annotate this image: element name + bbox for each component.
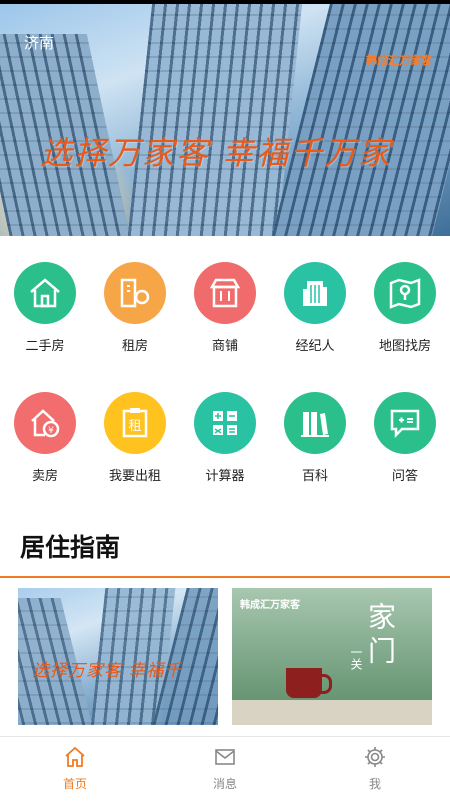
menu-item-agent[interactable]: 经纪人	[270, 262, 360, 354]
shop-icon	[194, 262, 256, 324]
menu-item-list-for-rent[interactable]: 租 我要出租	[90, 392, 180, 484]
svg-text:¥: ¥	[48, 426, 54, 436]
menu-label: 经纪人	[295, 339, 335, 354]
menu-label: 地图找房	[378, 339, 431, 354]
guide-card[interactable]: 选择万家客 幸福千	[18, 588, 218, 725]
building-icon	[284, 262, 346, 324]
card-brand-logo: 韩成汇万家客	[240, 600, 300, 611]
menu-label: 卖房	[31, 469, 58, 484]
calculator-icon	[194, 392, 256, 454]
books-icon	[284, 392, 346, 454]
menu-item-calculator[interactable]: 计算器	[180, 392, 270, 484]
rent-key-icon	[104, 262, 166, 324]
menu-item-map-search[interactable]: 地图找房	[360, 262, 450, 354]
card-slogan: 选择万家客 幸福千	[32, 661, 183, 681]
hero-banner[interactable]: 济南 韩成汇万家客 选择万家客 幸福千万家	[0, 4, 450, 236]
guide-card[interactable]: 韩成汇万家客 家门 一关	[232, 588, 432, 725]
card-subtitle: 一关	[349, 646, 363, 670]
brand-logo: 韩成汇万家客	[366, 54, 432, 67]
tab-messages[interactable]: 消息	[180, 745, 270, 792]
home-icon	[65, 746, 85, 767]
table-illustration	[232, 700, 432, 725]
menu-label: 商铺	[211, 339, 238, 354]
menu-label: 百科	[301, 469, 328, 484]
tab-label: 我	[368, 777, 381, 791]
menu-label: 我要出租	[108, 469, 161, 484]
menu-item-encyclopedia[interactable]: 百科	[270, 392, 360, 484]
living-guide-header: 居住指南	[0, 520, 450, 578]
card-title: 家门	[364, 602, 397, 670]
menu-item-second-hand[interactable]: 二手房	[0, 262, 90, 354]
tab-label: 消息	[212, 777, 237, 791]
menu-label: 租房	[121, 339, 148, 354]
menu-item-rent[interactable]: 租房	[90, 262, 180, 354]
banner-tower	[125, 4, 305, 236]
map-pin-icon	[374, 262, 436, 324]
chat-icon	[374, 392, 436, 454]
house-icon	[14, 262, 76, 324]
tab-home[interactable]: 首页	[30, 745, 120, 792]
mug-illustration	[286, 668, 332, 698]
menu-label: 计算器	[205, 469, 245, 484]
banner-slogan: 选择万家客 幸福千万家	[40, 134, 393, 172]
menu-label: 二手房	[25, 339, 65, 354]
section-title: 居住指南	[20, 533, 121, 562]
tab-me[interactable]: 我	[330, 745, 420, 792]
tab-label: 首页	[62, 777, 87, 791]
sell-house-icon: ¥	[14, 392, 76, 454]
menu-item-shop[interactable]: 商铺	[180, 262, 270, 354]
city-selector[interactable]: 济南	[24, 32, 54, 53]
rent-sign-icon: 租	[104, 392, 166, 454]
menu-label: 问答	[391, 469, 418, 484]
menu-item-sell[interactable]: ¥ 卖房	[0, 392, 90, 484]
svg-text:租: 租	[128, 419, 141, 434]
bottom-tab-bar: 首页 消息 我	[0, 736, 450, 801]
gear-icon	[365, 747, 385, 767]
mail-icon	[215, 749, 235, 765]
menu-item-qa[interactable]: 问答	[360, 392, 450, 484]
